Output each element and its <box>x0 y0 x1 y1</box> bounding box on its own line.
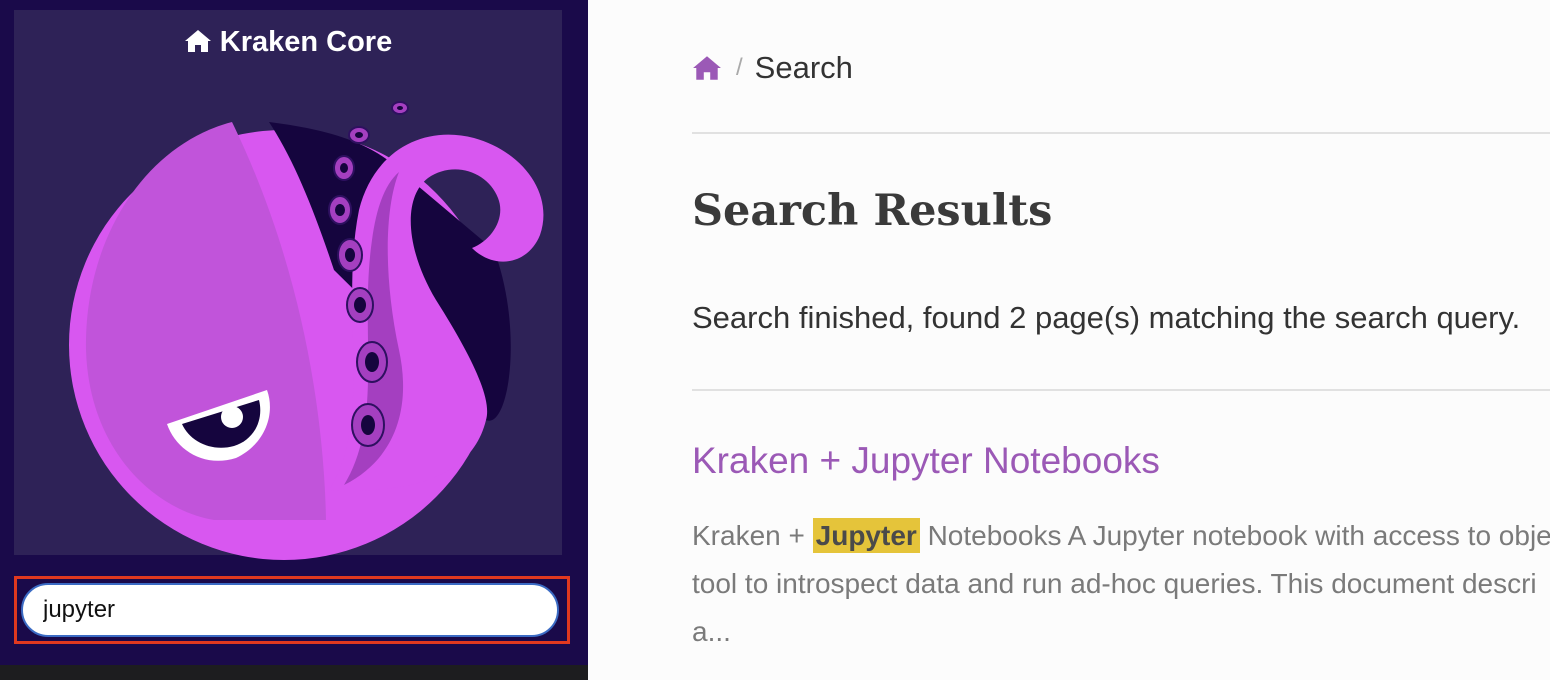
project-name: Kraken Core <box>219 26 393 58</box>
main-content: / Search Search Results Search finished,… <box>588 0 1550 680</box>
sidebar-footer-strip <box>0 665 588 680</box>
logo-panel: Kraken Core <box>14 10 562 560</box>
search-term-highlight: Jupyter <box>812 518 920 553</box>
snippet-text: Kraken + <box>692 520 813 551</box>
search-input[interactable] <box>21 583 559 637</box>
project-home-link[interactable]: Kraken Core <box>14 26 562 59</box>
snippet-text: Notebooks A Jupyter notebook with access… <box>919 520 1550 551</box>
snippet-line: Kraken + Jupyter Notebooks A Jupyter not… <box>692 512 1550 560</box>
breadcrumb-current: Search <box>754 50 853 85</box>
home-icon <box>693 56 721 80</box>
result-snippet: Kraken + Jupyter Notebooks A Jupyter not… <box>692 512 1550 656</box>
search-summary: Search finished, found 2 page(s) matchin… <box>692 300 1521 335</box>
page-title: Search Results <box>692 186 1053 236</box>
breadcrumb-home-link[interactable] <box>692 55 722 81</box>
result-title-link[interactable]: Kraken + Jupyter Notebooks <box>692 440 1160 482</box>
snippet-line: a... <box>692 616 731 647</box>
breadcrumb-separator: / <box>736 54 743 81</box>
breadcrumb: / Search <box>692 46 853 90</box>
snippet-line: tool to introspect data and run ad-hoc q… <box>692 568 1537 599</box>
search-focus-outline <box>14 576 570 644</box>
sidebar: Kraken Core <box>0 0 588 665</box>
home-icon <box>184 30 211 52</box>
kraken-octopus-logo <box>69 101 544 560</box>
divider <box>692 132 1550 134</box>
divider <box>692 389 1550 391</box>
